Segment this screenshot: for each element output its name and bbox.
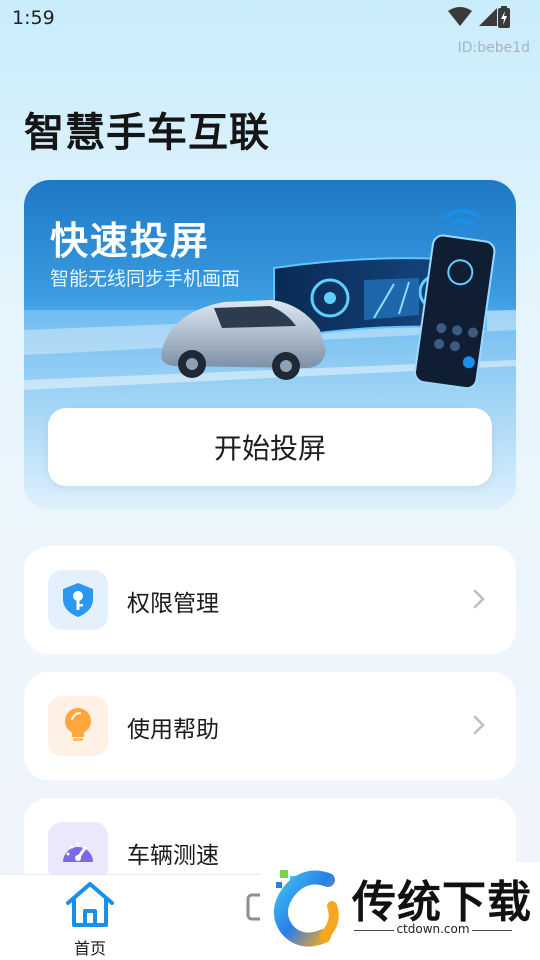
lightbulb-icon <box>65 708 91 741</box>
signal-icon <box>479 8 497 26</box>
speedometer-icon <box>63 842 93 862</box>
speed-icon-box <box>48 822 108 882</box>
menu-item-label: 权限管理 <box>127 591 219 617</box>
battery-icon <box>498 6 510 28</box>
ctdown-logo-icon <box>273 870 339 947</box>
menu-item-permissions[interactable]: 权限管理 <box>24 546 516 654</box>
status-time: 1:59 <box>12 7 55 29</box>
hero-subtitle: 智能无线同步手机画面 <box>50 268 241 290</box>
permissions-icon-box <box>48 570 108 630</box>
start-cast-button[interactable]: 开始投屏 <box>48 408 492 486</box>
shield-key-icon <box>63 583 93 617</box>
hero-title: 快速投屏 <box>50 219 211 263</box>
status-bar: 1:59 <box>0 0 540 36</box>
chevron-right-icon <box>473 715 485 735</box>
watermark: 传统下载 ctdown.com <box>260 862 540 960</box>
chevron-right-icon <box>473 589 485 609</box>
status-icons <box>448 7 498 27</box>
device-id: ID:bebe1d <box>457 40 530 56</box>
wifi-icon <box>448 7 472 26</box>
watermark-brand: 传统下载 <box>352 877 532 928</box>
wifi-signal-icon <box>442 209 482 236</box>
nav-tab-home[interactable]: 首页 <box>60 881 120 958</box>
home-icon <box>66 882 114 927</box>
help-icon-box <box>48 696 108 756</box>
nav-home-label: 首页 <box>73 939 106 958</box>
menu-item-help[interactable]: 使用帮助 <box>24 672 516 780</box>
app-title: 智慧手车互联 <box>24 110 270 156</box>
quick-cast-card: 快速投屏 智能无线同步手机画面 开始投屏 <box>24 180 516 510</box>
menu-item-label: 车辆测速 <box>127 843 219 869</box>
menu-item-label: 使用帮助 <box>127 717 219 743</box>
watermark-domain: ctdown.com <box>396 922 470 936</box>
divider <box>472 930 512 931</box>
